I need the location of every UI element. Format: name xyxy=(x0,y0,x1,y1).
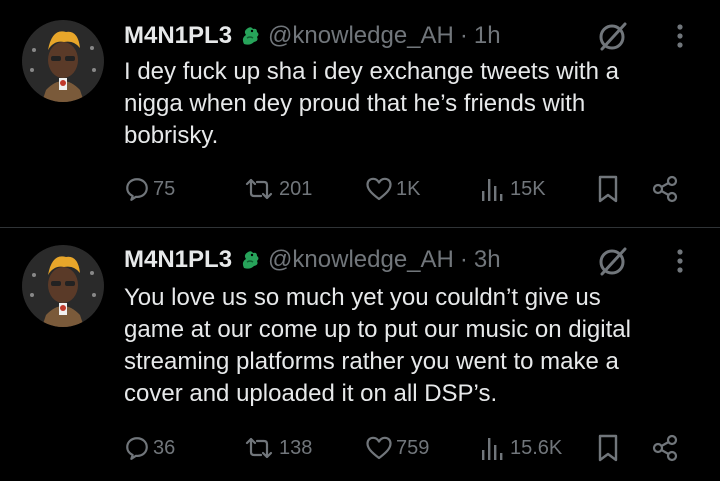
reply-button[interactable]: 36 xyxy=(124,431,175,465)
tweet-text-line: cover and uploaded it on all DSP’s. xyxy=(124,380,498,407)
action-bar: 36 138 759 15.6K xyxy=(124,431,694,465)
more-options-icon[interactable] xyxy=(670,244,690,278)
reply-count: 36 xyxy=(153,436,176,459)
reply-icon xyxy=(126,437,148,460)
tweet[interactable]: M4N1PL3 @knowledge_AH · 3h You love us s… xyxy=(0,0,720,481)
dragon-emoji-icon xyxy=(238,248,262,272)
tweet-text-line: streaming platforms rather you went to m… xyxy=(124,348,619,375)
grok-icon[interactable] xyxy=(596,244,630,278)
heart-icon xyxy=(366,436,392,460)
analytics-icon xyxy=(482,438,503,460)
like-button[interactable]: 759 xyxy=(365,431,429,465)
repost-button[interactable]: 138 xyxy=(242,431,312,465)
views-count: 15.6K xyxy=(510,436,563,459)
repost-count: 138 xyxy=(279,436,313,459)
tweet-text: You love us so much yet you couldn’t giv… xyxy=(124,282,704,410)
share-button[interactable] xyxy=(650,431,680,465)
bookmark-button[interactable] xyxy=(596,431,620,465)
bookmark-icon xyxy=(598,434,618,462)
tweet-text-line: game at our come up to put our music on … xyxy=(124,316,631,343)
views-button[interactable]: 15.6K xyxy=(479,431,562,465)
repost-icon xyxy=(245,437,273,459)
avatar-image xyxy=(22,245,104,327)
tweet-text-line: You love us so much yet you couldn’t giv… xyxy=(124,284,601,311)
tweet-header: M4N1PL3 @knowledge_AH · 3h xyxy=(124,243,501,277)
separator-dot: · xyxy=(459,246,468,273)
timestamp[interactable]: 3h xyxy=(474,246,501,274)
avatar[interactable] xyxy=(22,245,104,327)
like-count: 759 xyxy=(396,436,430,459)
share-icon xyxy=(652,434,678,462)
user-handle[interactable]: @knowledge_AH xyxy=(268,246,454,274)
display-name[interactable]: M4N1PL3 xyxy=(124,246,232,274)
